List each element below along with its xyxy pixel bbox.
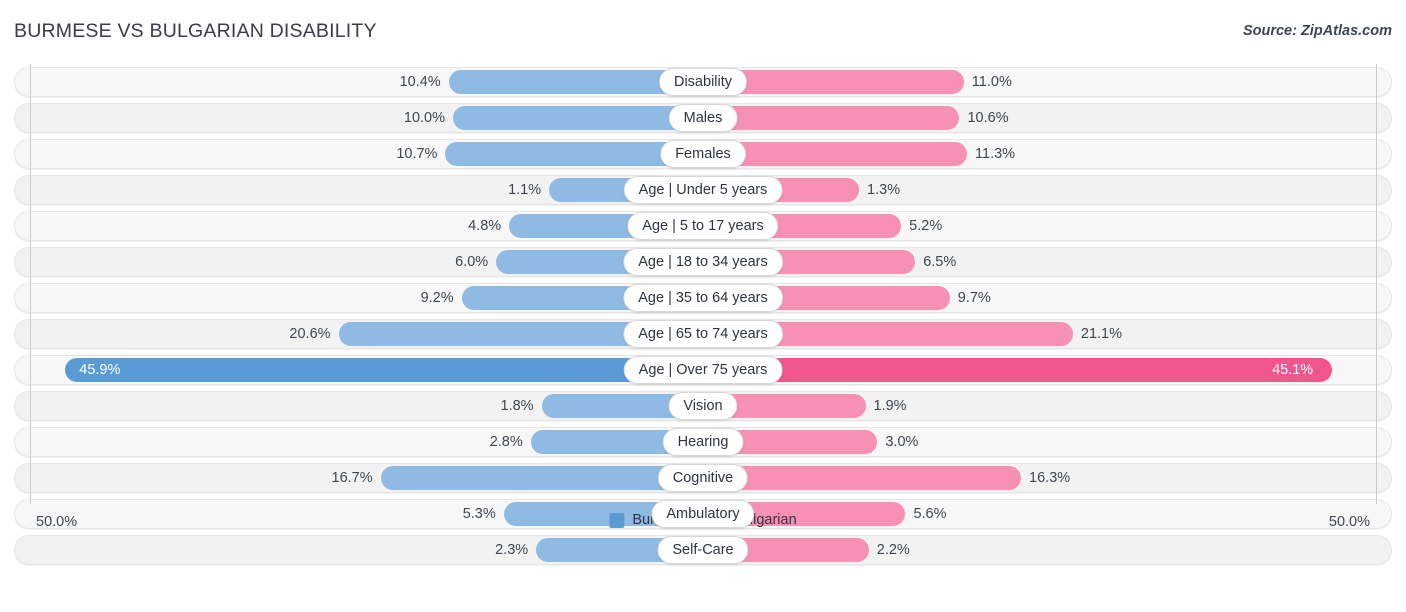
chart-row: 20.6% 21.1% Age | 65 to 74 years xyxy=(0,316,1406,352)
category-label: Age | 35 to 64 years xyxy=(623,284,783,312)
value-label-burmese: 45.9% xyxy=(79,362,121,378)
category-label: Females xyxy=(660,140,746,168)
value-label-burmese: 1.8% xyxy=(500,398,534,414)
category-label: Hearing xyxy=(662,428,744,456)
bar-burmese xyxy=(65,358,703,382)
value-label-bulgarian: 9.7% xyxy=(957,290,991,306)
value-label-burmese: 6.0% xyxy=(455,254,489,270)
source-attribution: Source: ZipAtlas.com xyxy=(1242,23,1392,39)
bar-bulgarian xyxy=(703,106,960,130)
value-label-bulgarian: 5.2% xyxy=(909,218,943,234)
category-label: Ambulatory xyxy=(651,500,755,528)
chart-row: 6.0% 6.5% Age | 18 to 34 years xyxy=(0,244,1406,280)
chart-row: 10.7% 11.3% Females xyxy=(0,136,1406,172)
value-label-bulgarian: 1.9% xyxy=(873,398,907,414)
chart-page: BURMESE VS BULGARIAN DISABILITY Source: … xyxy=(0,0,1406,612)
axis-label-left: 50.0% xyxy=(36,514,78,530)
value-label-burmese: 16.7% xyxy=(331,470,373,486)
value-label-bulgarian: 1.3% xyxy=(867,182,901,198)
value-label-burmese: 20.6% xyxy=(289,326,331,342)
chart-row: 1.1% 1.3% Age | Under 5 years xyxy=(0,172,1406,208)
bar-burmese xyxy=(380,466,703,490)
chart-row: 10.0% 10.6% Males xyxy=(0,100,1406,136)
category-label: Age | 65 to 74 years xyxy=(623,320,783,348)
page-title: BURMESE VS BULGARIAN DISABILITY xyxy=(14,20,377,42)
value-label-burmese: 9.2% xyxy=(420,290,454,306)
chart-row: 4.8% 5.2% Age | 5 to 17 years xyxy=(0,208,1406,244)
chart-row: 16.7% 16.3% Cognitive xyxy=(0,460,1406,496)
value-label-burmese: 4.8% xyxy=(468,218,502,234)
value-label-burmese: 10.0% xyxy=(403,110,445,126)
value-label-bulgarian: 3.0% xyxy=(885,434,919,450)
category-label: Males xyxy=(668,104,738,132)
axis-label-right: 50.0% xyxy=(1328,514,1370,530)
category-label: Age | Over 75 years xyxy=(623,356,783,384)
value-label-burmese: 1.1% xyxy=(508,182,542,198)
axis-line-right xyxy=(1376,64,1377,504)
bar-burmese xyxy=(453,106,703,130)
bar-bulgarian xyxy=(703,466,1022,490)
value-label-burmese: 10.4% xyxy=(399,74,441,90)
chart-row: 1.8% 1.9% Vision xyxy=(0,388,1406,424)
category-label: Vision xyxy=(668,392,738,420)
value-label-bulgarian: 16.3% xyxy=(1029,470,1071,486)
chart-row: 10.4% 11.0% Disability xyxy=(0,64,1406,100)
diverging-bar-chart: 10.4% 11.0% Disability 10.0% 10.6% Males 10.7%… xyxy=(0,64,1406,572)
category-label: Self-Care xyxy=(657,536,749,564)
chart-rows: 10.4% 11.0% Disability 10.0% 10.6% Males 10.7%… xyxy=(0,64,1406,568)
chart-row: 45.9% 45.1% Age | Over 75 years xyxy=(0,352,1406,388)
category-label: Cognitive xyxy=(657,464,749,492)
value-label-bulgarian: 11.3% xyxy=(975,146,1016,162)
category-label: Age | 18 to 34 years xyxy=(623,248,783,276)
category-label: Age | Under 5 years xyxy=(623,176,783,204)
chart-row: 9.2% 9.7% Age | 35 to 64 years xyxy=(0,280,1406,316)
chart-row: 2.8% 3.0% Hearing xyxy=(0,424,1406,460)
bar-bulgarian xyxy=(703,358,1333,382)
value-label-bulgarian: 6.5% xyxy=(923,254,957,270)
value-label-bulgarian: 10.6% xyxy=(967,110,1009,126)
value-label-bulgarian: 21.1% xyxy=(1080,326,1122,342)
value-label-bulgarian: 45.1% xyxy=(1272,362,1314,378)
axis-line-left xyxy=(30,64,31,504)
value-label-bulgarian: 11.0% xyxy=(971,74,1012,90)
category-label: Disability xyxy=(658,68,748,96)
value-label-burmese: 2.8% xyxy=(489,434,523,450)
legend-swatch-icon xyxy=(609,512,625,528)
category-label: Age | 5 to 17 years xyxy=(627,212,779,240)
value-label-burmese: 10.7% xyxy=(396,146,438,162)
